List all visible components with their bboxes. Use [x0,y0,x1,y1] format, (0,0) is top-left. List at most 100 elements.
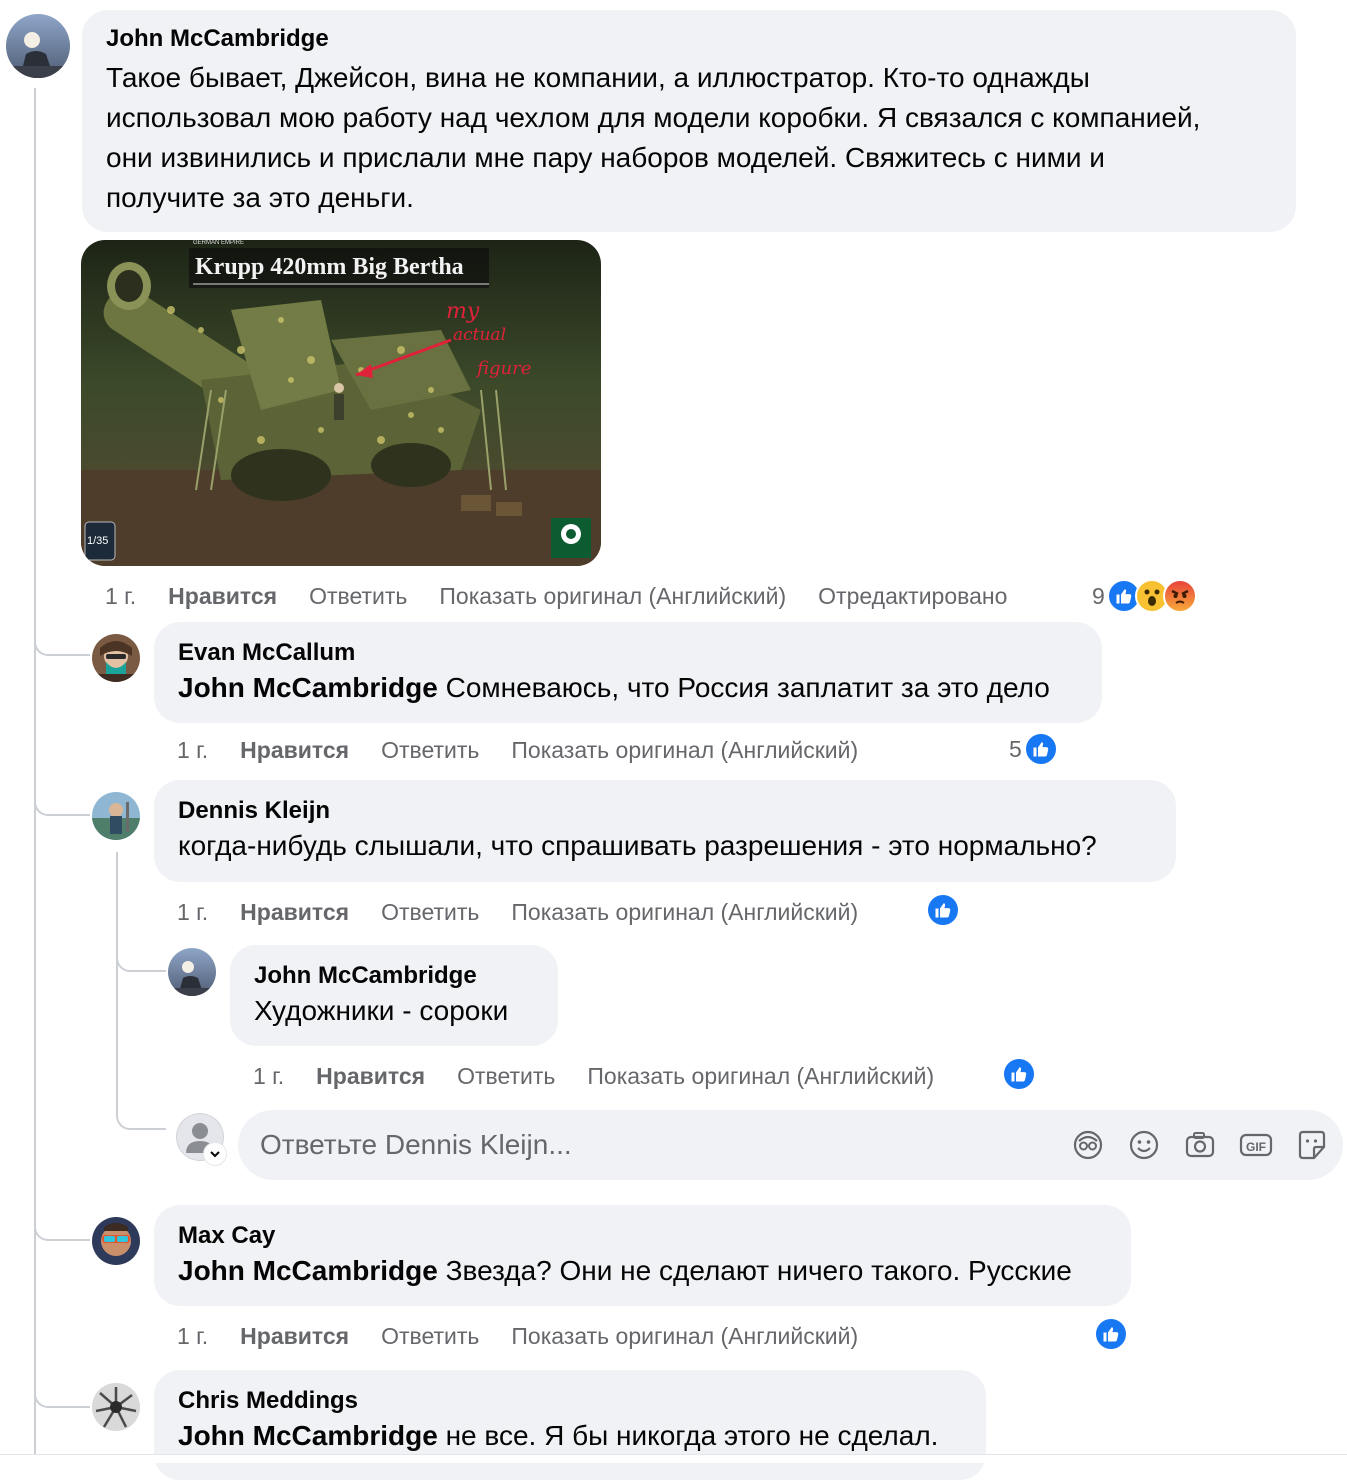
show-original-link[interactable]: Показать оригинал (Английский) [511,737,858,764]
thread-elbow-evan [34,620,90,656]
avatar[interactable] [6,14,70,78]
show-original-link[interactable]: Показать оригинал (Английский) [511,899,858,926]
comment-actions: 1 г. Нравится Ответить Показать оригинал… [177,895,890,929]
comment-text-line: Такое бывает, Джейсон, вина не компании,… [106,62,1090,93]
avatar-photo-icon [6,14,70,78]
comment-time[interactable]: 1 г. [253,1063,284,1090]
like-button[interactable]: Нравится [316,1063,425,1090]
avatar-photo-icon [168,948,216,996]
comment-bubble: Max Cay John McCambridge Звезда? Они не … [154,1205,1131,1306]
reply-button[interactable]: Ответить [309,583,407,610]
comment-text-line: использовал мою работу над чехлом для мо… [106,102,1201,133]
reactions-summary[interactable]: 5 [1009,729,1058,769]
comment-author[interactable]: Dennis Kleijn [178,796,1152,826]
avatar[interactable] [168,948,216,996]
show-original-link[interactable]: Показать оригинал (Английский) [439,583,786,610]
reactions-summary[interactable] [1002,1054,1036,1094]
reactions-summary[interactable]: 9 [1092,576,1197,616]
avatar-photo-icon [92,1383,140,1431]
reactions-summary[interactable] [1094,1314,1128,1354]
reaction-count: 9 [1092,582,1105,609]
comment-time[interactable]: 1 г. [177,1323,208,1350]
comment-author[interactable]: Evan McCallum [178,638,1078,668]
comment-time[interactable]: 1 г. [177,899,208,926]
box-title: Krupp 420mm Big Bertha [195,254,464,280]
comment-body: Звезда? Они не сделают ничего такого. Ру… [437,1255,1072,1286]
like-button[interactable]: Нравится [240,737,349,764]
comment-text: John McCambridge не все. Я бы никогда эт… [178,1416,962,1456]
like-button[interactable]: Нравится [240,899,349,926]
reply-button[interactable]: Ответить [457,1063,555,1090]
comment-bubble-main: John McCambridge Такое бывает, Джейсон, … [82,10,1296,232]
handwriting-3: figure [475,358,531,379]
emoji-icon[interactable] [1126,1127,1162,1163]
thread-elbow-john-reply [116,940,166,972]
angry-reaction-icon [1162,579,1197,613]
comment-text-line: получите за это деньги. [106,182,414,213]
comment-author[interactable]: John McCambridge [106,24,1272,54]
comment-bubble: John McCambridge Художники - сороки [230,945,558,1046]
avatar-photo-icon [92,1217,140,1265]
comment-time[interactable]: 1 г. [105,583,136,610]
comment-author[interactable]: Max Cay [178,1221,1107,1251]
show-original-link[interactable]: Показать оригинал (Английский) [511,1323,858,1350]
avatar[interactable] [92,1383,140,1431]
chevron-down-icon[interactable] [204,1143,226,1165]
comment-actions: 1 г. Нравится Ответить Показать оригинал… [177,733,890,767]
thread-elbow-max [34,1205,90,1241]
edited-label[interactable]: Отредактировано [818,583,1007,610]
comment-text: Художники - сороки [254,995,509,1026]
avatar[interactable] [92,634,140,682]
comment-text: John McCambridge Сомневаюсь, что Россия … [178,668,1078,708]
comment-time[interactable]: 1 г. [177,737,208,764]
sticker-icon[interactable] [1294,1127,1330,1163]
thread-elbow-composer [116,1070,166,1130]
comment-bubble: Dennis Kleijn когда-нибудь слышали, что … [154,780,1176,882]
composer-avatar[interactable] [176,1113,226,1165]
comment-image[interactable]: GERMAN EMPIRE Krupp 420mm Big Bertha my … [81,240,601,566]
gif-label: GIF [1246,1140,1266,1154]
like-reaction-icon [1002,1057,1036,1091]
reply-button[interactable]: Ответить [381,899,479,926]
comment-text-line: они извинились и прислали мне пару набор… [106,142,1105,173]
reply-button[interactable]: Ответить [381,1323,479,1350]
reply-composer: GIF [238,1110,1343,1180]
thread-elbow-chris [34,1372,90,1408]
thread-elbow-dennis [34,780,90,816]
comment-text: Такое бывает, Джейсон, вина не компании,… [106,58,1272,218]
comment-body: Сомневаюсь, что Россия заплатит за это д… [437,672,1050,703]
thread-line-dennis [116,852,118,1082]
like-reaction-icon [1023,732,1058,766]
mention-link[interactable]: John McCambridge [178,1255,438,1286]
comment-author[interactable]: Chris Meddings [178,1386,962,1416]
reaction-count: 5 [1009,735,1022,762]
like-button[interactable]: Нравится [168,583,277,610]
show-original-link[interactable]: Показать оригинал (Английский) [587,1063,934,1090]
like-reaction-icon [1094,1317,1128,1351]
comment-text: когда-нибудь слышали, что спрашивать раз… [178,830,1097,861]
mention-link[interactable]: John McCambridge [178,1420,438,1451]
mention-link[interactable]: John McCambridge [178,672,438,703]
avatar-photo-icon [92,792,140,840]
handwriting-1: my [446,299,480,324]
camera-icon[interactable] [1182,1127,1218,1163]
comment-actions: 1 г. Нравится Ответить Показать оригинал… [177,1319,890,1353]
avatar[interactable] [92,1217,140,1265]
comment-actions: 1 г. Нравится Ответить Показать оригинал… [105,579,1039,613]
comment-text: John McCambridge Звезда? Они не сделают … [178,1251,1107,1291]
reply-input[interactable] [260,1110,1040,1180]
thread-line-main [34,88,36,1462]
like-button[interactable]: Нравится [240,1323,349,1350]
reactions-summary[interactable] [926,890,960,930]
avatar-sticker-icon[interactable] [1070,1127,1106,1163]
like-reaction-icon [926,893,960,927]
gif-icon[interactable]: GIF [1238,1127,1274,1163]
avatar[interactable] [92,792,140,840]
scale-badge: 1/35 [87,535,108,547]
reply-button[interactable]: Ответить [381,737,479,764]
handwriting-2: actual [453,325,506,345]
box-caption: GERMAN EMPIRE [193,240,244,246]
comment-author[interactable]: John McCambridge [254,961,534,991]
comment-bubble: Chris Meddings John McCambridge не все. … [154,1370,986,1480]
comment-actions: 1 г. Нравится Ответить Показать оригинал… [253,1059,966,1093]
